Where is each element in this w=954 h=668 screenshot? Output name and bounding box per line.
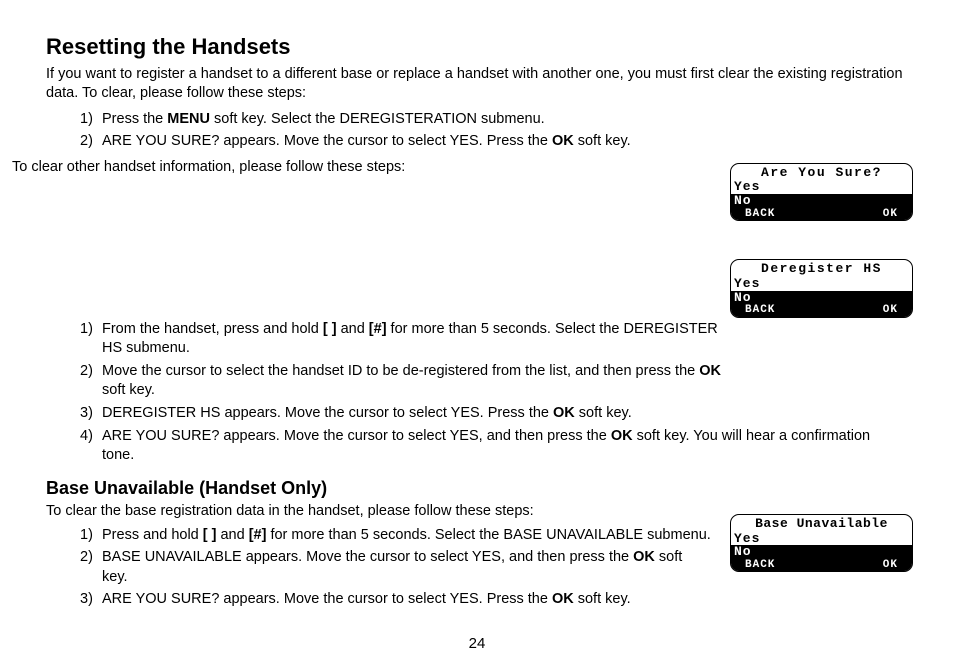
lcd-softkey-back: BACK [731,209,822,221]
step-2-1: 1)From the handset, press and hold [ ] a… [80,320,740,359]
lcd-base-unavailable: Base Unavailable Yes No BACK OK [730,514,913,572]
step-3-1: 1)Press and hold [ ] and [#] for more th… [80,526,711,546]
text-block-1: 1)Press the MENU soft key. Select the DE… [46,108,711,182]
lcd-softkey-bar: BACK OK [731,304,912,317]
intro-text-1a: If you want to register a handset to a d… [46,65,906,104]
lcd-option-no-selected: No [731,291,912,305]
lcd-option-yes: Yes [731,532,912,546]
lcd-softkey-ok: OK [822,560,913,572]
lcd-are-you-sure: Are You Sure? Yes No BACK OK [730,163,913,221]
lcd-softkey-back: BACK [731,560,822,572]
steps-list-2: 1)From the handset, press and hold [ ] a… [80,320,740,466]
lcd-softkey-bar: BACK OK [731,208,912,221]
lcd-softkey-ok: OK [822,305,913,317]
steps-list-3: 1)Press and hold [ ] and [#] for more th… [80,526,711,610]
step-3-2: 2)BASE UNAVAILABLE appears. Move the cur… [80,548,711,587]
intro-text-1b: To clear other handset information, plea… [12,158,711,178]
lcd-option-yes: Yes [731,277,912,291]
lcd-column-2: Base Unavailable Yes No BACK OK [730,494,914,572]
lcd-deregister-hs: Deregister HS Yes No BACK OK [730,259,913,317]
lcd-softkey-back: BACK [731,305,822,317]
step-2-4: 4)ARE YOU SURE? appears. Move the cursor… [80,427,900,466]
lcd-title: Deregister HS [731,260,912,277]
lcd-softkey-bar: BACK OK [731,559,912,572]
step-3-3: 3)ARE YOU SURE? appears. Move the cursor… [80,590,900,610]
lcd-column-1: Are You Sure? Yes No BACK OK Deregister … [730,108,914,318]
text-block-2: To clear the base registration data in t… [46,502,711,616]
lcd-title: Base Unavailable [731,515,912,532]
heading-resetting: Resetting the Handsets [46,32,914,62]
intro-text-2: To clear the base registration data in t… [46,502,711,522]
lcd-option-yes: Yes [731,180,912,194]
step-1-1: 1)Press the MENU soft key. Select the DE… [80,110,711,130]
page-number: 24 [0,634,954,654]
steps-list-1: 1)Press the MENU soft key. Select the DE… [80,110,711,152]
lcd-softkey-ok: OK [822,209,913,221]
lcd-title: Are You Sure? [731,164,912,181]
lcd-option-no-selected: No [731,545,912,559]
step-2-2: 2)Move the cursor to select the handset … [80,362,740,401]
lcd-option-no-selected: No [731,194,912,208]
step-2-3: 3)DEREGISTER HS appears. Move the cursor… [80,404,900,424]
step-1-2: 2)ARE YOU SURE? appears. Move the cursor… [80,132,711,152]
